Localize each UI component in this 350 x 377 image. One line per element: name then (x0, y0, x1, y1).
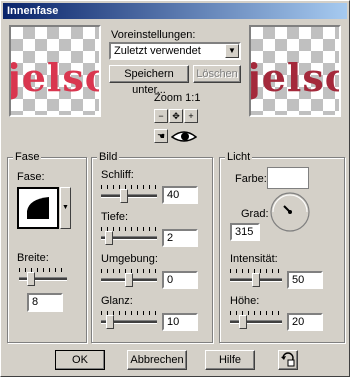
slider-thumb[interactable] (27, 272, 35, 286)
farbe-label: Farbe: (235, 173, 267, 185)
slider-thumb[interactable] (106, 315, 114, 329)
zoom-in-icon[interactable]: + (184, 109, 198, 123)
preview-result[interactable]: jelsc (249, 25, 341, 117)
chevron-down-icon[interactable]: ▼ (225, 44, 239, 58)
slider-thumb[interactable] (120, 189, 128, 203)
schliff-slider[interactable] (101, 185, 157, 205)
title-bar[interactable]: Innenfase (3, 3, 347, 19)
fase-group (7, 157, 87, 343)
presets-selected-value: Zuletzt verwendet (114, 45, 201, 57)
dialog-window: Innenfase jelsc Voreinstellungen: Zuletz… (0, 0, 350, 377)
zoom-out-icon[interactable]: − (154, 109, 168, 123)
glanz-label: Glanz: (101, 295, 133, 307)
slider-thumb[interactable] (105, 231, 113, 245)
umgebung-label: Umgebung: (101, 253, 158, 265)
slider-thumb[interactable] (252, 273, 260, 287)
intensitaet-slider[interactable] (230, 269, 282, 289)
reset-icon (281, 352, 295, 367)
hand-icon[interactable]: ☚ (154, 129, 168, 143)
umgebung-input[interactable]: 0 (162, 271, 198, 289)
slider-thumb[interactable] (125, 273, 133, 287)
fase-width-slider[interactable] (19, 268, 67, 288)
light-color-swatch[interactable] (267, 167, 309, 189)
hoehe-label: Höhe: (230, 295, 260, 307)
delete-preset-button[interactable]: Löschen (193, 65, 241, 83)
slider-thumb[interactable] (239, 315, 247, 329)
ok-button[interactable]: OK (55, 350, 105, 370)
preview-original[interactable]: jelsc (9, 25, 101, 117)
glanz-input[interactable]: 10 (162, 313, 198, 331)
schliff-input[interactable]: 40 (162, 186, 198, 204)
eye-preview-icon[interactable] (170, 129, 198, 144)
intensitaet-label: Intensität: (230, 253, 278, 265)
fase-width-input[interactable]: 8 (27, 293, 63, 312)
tiefe-input[interactable]: 2 (162, 229, 198, 247)
bevel-shape-dropdown-icon[interactable]: ▼ (60, 187, 71, 229)
save-preset-button[interactable]: Speichern unter... (109, 65, 189, 96)
preview-original-text: jelsc (9, 55, 101, 100)
glanz-slider[interactable] (101, 311, 157, 331)
preview-result-text: jelsc (249, 55, 341, 100)
fase-group-label: Fase (13, 151, 42, 163)
licht-group-label: Licht (225, 151, 253, 163)
grad-input[interactable]: 315 (230, 223, 260, 241)
hoehe-slider[interactable] (230, 311, 282, 331)
fase-shape-label: Fase: (17, 171, 45, 183)
zoom-label: Zoom 1:1 (154, 92, 201, 104)
tiefe-slider[interactable] (101, 227, 157, 247)
grad-label: Grad: (241, 208, 269, 220)
bild-group-label: Bild (97, 151, 120, 163)
presets-dropdown[interactable]: Zuletzt verwendet ▼ (109, 42, 241, 60)
presets-label: Voreinstellungen: (111, 29, 196, 41)
cancel-button[interactable]: Abbrechen (127, 350, 187, 370)
hoehe-input[interactable]: 20 (287, 313, 323, 331)
bevel-shape-icon (27, 197, 49, 219)
umgebung-slider[interactable] (101, 269, 157, 289)
fase-width-label: Breite: (17, 252, 49, 264)
pan-icon[interactable]: ✥ (169, 109, 183, 123)
tiefe-label: Tiefe: (101, 211, 129, 223)
bevel-shape-swatch[interactable] (17, 187, 59, 229)
schliff-label: Schliff: (101, 169, 134, 181)
light-angle-dial[interactable] (269, 191, 311, 233)
reset-button[interactable] (278, 350, 298, 370)
help-button[interactable]: Hilfe (205, 350, 255, 370)
intensitaet-input[interactable]: 50 (287, 271, 323, 289)
